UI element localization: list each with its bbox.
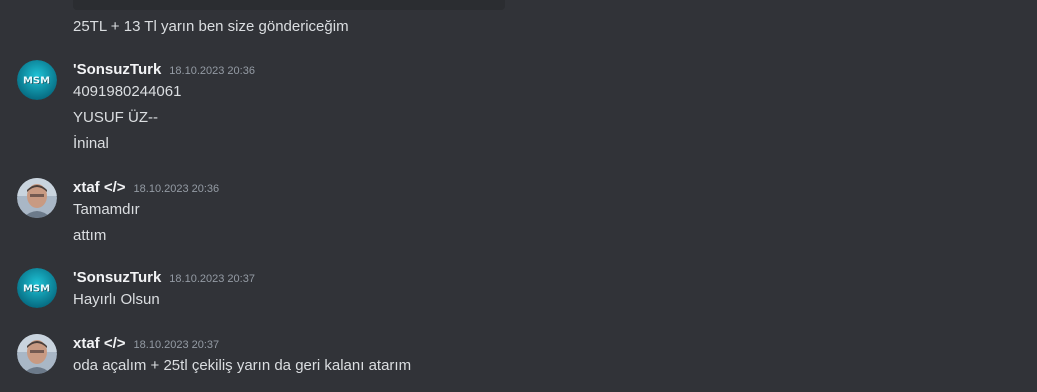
username[interactable]: xtaf </> (73, 334, 126, 354)
username[interactable]: 'SonsuzTurk (73, 268, 161, 288)
man-photo-avatar[interactable] (17, 178, 57, 218)
previous-embed (73, 0, 505, 10)
avatar-label: MSM (23, 76, 50, 87)
msm-logo-avatar[interactable]: MSM MSM (17, 60, 57, 100)
message-header: xtaf </> 18.10.2023 20:36 (73, 178, 219, 198)
message-text: YUSUF ÜZ-- (73, 109, 158, 126)
message-header: xtaf </> 18.10.2023 20:37 (73, 334, 219, 354)
message-text: İninal (73, 135, 109, 152)
message-text: 25TL + 13 Tl yarın ben size göndericeğim (73, 18, 349, 35)
message-text: Tamamdır (73, 201, 140, 218)
message-text: 4091980244061 (73, 83, 182, 100)
message-text: Hayırlı Olsun (73, 291, 160, 308)
msm-logo-avatar[interactable]: MSM MSM (17, 268, 57, 308)
message-text: oda açalım + 25tl çekiliş yarın da geri … (73, 357, 412, 374)
man-photo-avatar[interactable] (17, 334, 57, 374)
timestamp[interactable]: 18.10.2023 20:37 (134, 335, 220, 355)
timestamp[interactable]: 18.10.2023 20:37 (169, 269, 255, 289)
message-header: 'SonsuzTurk 18.10.2023 20:37 (73, 268, 255, 288)
avatar-label: MSM (23, 284, 50, 295)
username[interactable]: xtaf </> (73, 178, 126, 198)
timestamp[interactable]: 18.10.2023 20:36 (169, 61, 255, 81)
username[interactable]: 'SonsuzTurk (73, 60, 161, 80)
message-header: 'SonsuzTurk 18.10.2023 20:36 (73, 60, 255, 80)
timestamp[interactable]: 18.10.2023 20:36 (134, 179, 220, 199)
message-text: attım (73, 227, 107, 244)
